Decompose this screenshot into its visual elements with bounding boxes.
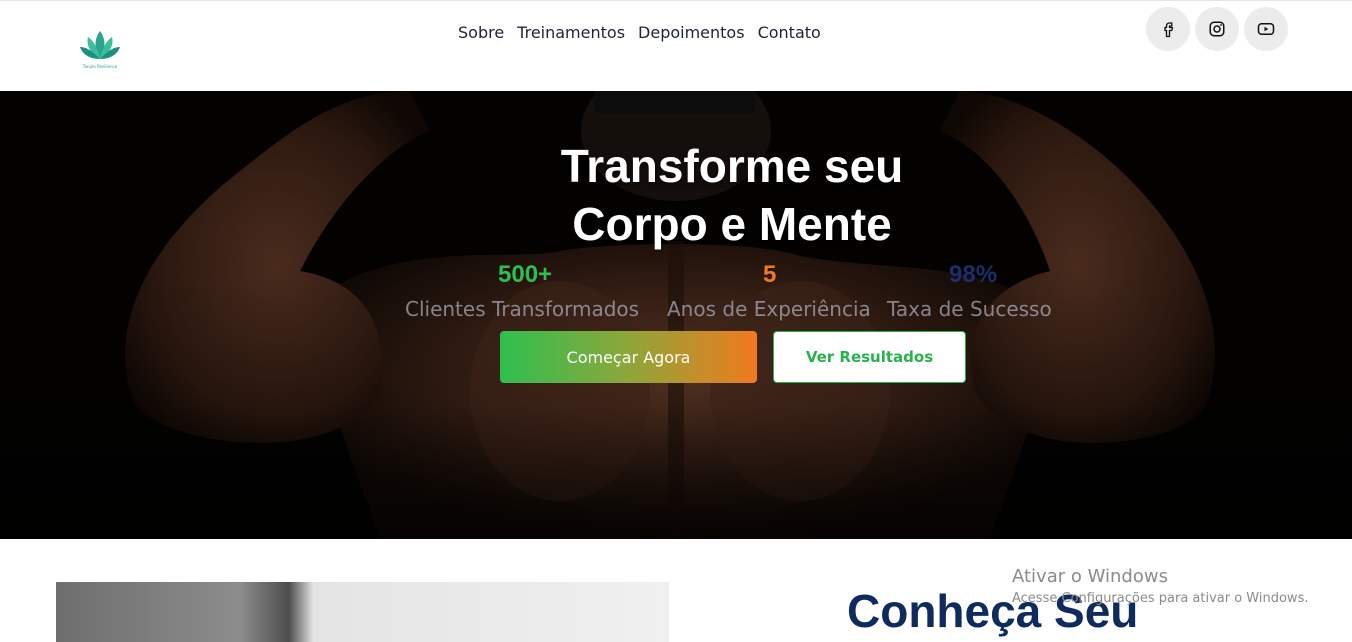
lotus-icon (80, 31, 120, 59)
youtube-icon (1257, 23, 1275, 35)
about-image (56, 582, 669, 642)
stat-number-clients: 500+ (498, 261, 553, 288)
facebook-button[interactable] (1146, 7, 1190, 51)
see-results-button[interactable]: Ver Resultados (773, 331, 966, 383)
logo-text: Tanjiro Resilience (82, 64, 118, 69)
nav-link-depoimentos[interactable]: Depoimentos (638, 23, 745, 43)
stat-label-years: Anos de Experiência (667, 297, 871, 321)
stat-label-clients: Clientes Transformados (405, 297, 640, 321)
instagram-icon (1209, 21, 1225, 37)
stat-number-years: 5 (763, 261, 777, 288)
hero-title-line1: Transforme seu (560, 140, 904, 192)
windows-activation-watermark: Ativar o Windows Acesse Configurações pa… (1012, 566, 1308, 608)
lotus-logo[interactable]: Tanjiro Resilience (80, 27, 120, 71)
main-nav: Sobre Treinamentos Depoimentos Contato (458, 23, 834, 43)
hero-title: Transforme seu Corpo e Mente (0, 137, 1352, 253)
hero-title-line2: Corpo e Mente (572, 198, 892, 250)
stat-number-success: 98% (949, 261, 998, 288)
nav-link-sobre[interactable]: Sobre (458, 23, 504, 43)
stat-label-success: Taxa de Sucesso (887, 297, 1052, 321)
start-now-button[interactable]: Começar Agora (500, 331, 757, 383)
nav-link-treinamentos[interactable]: Treinamentos (517, 23, 625, 43)
instagram-button[interactable] (1195, 7, 1239, 51)
nav-link-contato[interactable]: Contato (758, 23, 821, 43)
watermark-subtitle: Acesse Configurações para ativar o Windo… (1012, 591, 1309, 606)
hero-section: Transforme seu Corpo e Mente 500+ 5 98% … (0, 91, 1352, 539)
site-header: Tanjiro Resilience Sobre Treinamentos De… (0, 0, 1352, 91)
youtube-button[interactable] (1244, 7, 1288, 51)
watermark-title: Ativar o Windows (1012, 566, 1168, 587)
social-links (1146, 7, 1288, 51)
facebook-icon (1164, 22, 1174, 38)
